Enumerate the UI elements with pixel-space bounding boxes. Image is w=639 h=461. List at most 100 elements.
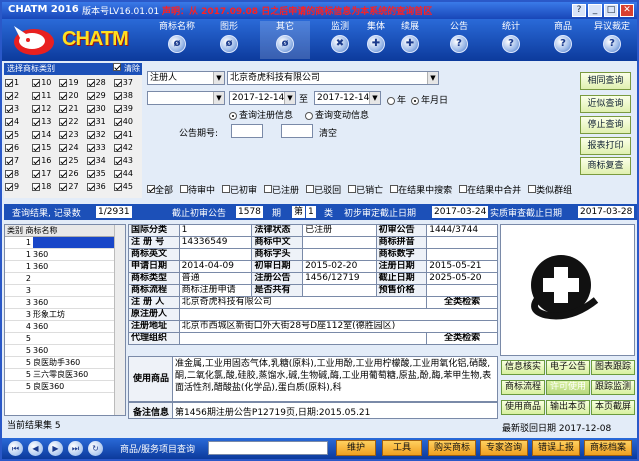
class-checkbox[interactable]: 24 — [59, 142, 86, 154]
class-checkbox[interactable]: 20 — [59, 90, 86, 102]
class-checkbox[interactable]: 12 — [32, 103, 59, 115]
filter-rejected[interactable]: 已驳回 — [306, 183, 341, 196]
class-checkbox[interactable]: 22 — [59, 116, 86, 128]
maintain-button[interactable]: 维护 — [336, 440, 376, 456]
used-goods-button[interactable]: 使用商品 — [501, 400, 545, 415]
list-item[interactable]: 1 — [5, 237, 125, 249]
class-checkbox[interactable]: 39 — [113, 103, 141, 115]
date-from[interactable]: 2017-12-14 ▼ — [229, 91, 296, 105]
tool-monitor[interactable]: 监测 ✖ — [322, 21, 358, 59]
minimize-icon[interactable]: _ — [588, 4, 602, 17]
prev-icon[interactable]: ◀ — [28, 441, 43, 456]
class-checkbox[interactable]: 26 — [59, 168, 86, 180]
class-checkbox[interactable]: 1 — [5, 77, 32, 89]
class-checkbox[interactable]: 37 — [113, 77, 141, 89]
field-select[interactable]: 注册人 ▼ — [147, 71, 225, 85]
period-from[interactable] — [231, 124, 263, 138]
track-monitor-button[interactable]: 跟踪监测 — [591, 380, 635, 395]
class-checkbox[interactable]: 30 — [86, 103, 114, 115]
list-item[interactable]: 3 360 — [5, 297, 125, 309]
stop-search-button[interactable]: 停止查询 — [580, 116, 631, 134]
date-to[interactable]: 2017-12-14 ▼ — [314, 91, 381, 105]
first-icon[interactable]: ⏮ — [8, 441, 23, 456]
class-checkbox[interactable]: 13 — [32, 116, 59, 128]
list-item[interactable]: 5 良医助手360 — [5, 357, 125, 369]
class-checkbox[interactable]: 31 — [86, 116, 114, 128]
radio-reg-info[interactable]: 查询注册信息 — [229, 108, 293, 121]
class-checkbox[interactable]: 3 — [5, 103, 32, 115]
chart-track-button[interactable]: 图表跟踪 — [591, 360, 635, 375]
class-checkbox[interactable]: 43 — [113, 155, 141, 167]
tool-renewal[interactable]: 续展 ✚ — [392, 21, 428, 59]
class-checkbox[interactable]: 4 — [5, 116, 32, 128]
next-icon[interactable]: ▶ — [48, 441, 63, 456]
close-icon[interactable]: ✕ — [620, 4, 634, 17]
class-checkbox[interactable]: 33 — [86, 142, 114, 154]
filter-registered[interactable]: 已注册 — [264, 183, 299, 196]
class-checkbox[interactable]: 11 — [32, 90, 59, 102]
class-checkbox[interactable]: 42 — [113, 142, 141, 154]
list-item[interactable]: 5 三六零良医360 — [5, 369, 125, 381]
class-checkbox[interactable]: 29 — [86, 90, 114, 102]
export-page-button[interactable]: 输出本页 — [546, 400, 590, 415]
buy-trademark-button[interactable]: 购买商标 — [428, 440, 476, 456]
class-checkbox[interactable]: 2 — [5, 90, 32, 102]
result-scrollbar[interactable] — [114, 225, 125, 415]
radio-ymd[interactable]: 年月日 — [411, 93, 448, 106]
class-checkbox[interactable]: 44 — [113, 168, 141, 180]
class-checkbox[interactable]: 7 — [5, 155, 32, 167]
class-checkbox[interactable]: 38 — [113, 90, 141, 102]
trademark-review-button[interactable]: 商标复查 — [580, 157, 631, 175]
list-item[interactable]: 1 360 — [5, 261, 125, 273]
filter-prelim[interactable]: 已初审 — [222, 183, 257, 196]
e-announcement-button[interactable]: 电子公告 — [546, 360, 590, 375]
maximize-icon[interactable]: □ — [604, 4, 618, 17]
filter-search-in-results[interactable]: 在结果中搜索 — [390, 183, 452, 196]
class-checkbox[interactable]: 6 — [5, 142, 32, 154]
list-item[interactable]: 3 形象工坊 — [5, 309, 125, 321]
class-checkbox[interactable]: 16 — [32, 155, 59, 167]
clear-period[interactable]: 清空 — [319, 126, 337, 139]
tool-collective[interactable]: 集体 ✚ — [358, 21, 394, 59]
tool-statistics[interactable]: 统计? — [486, 21, 536, 59]
class-checkbox[interactable]: 32 — [86, 129, 114, 141]
class-checkbox[interactable]: 23 — [59, 129, 86, 141]
class-checkbox[interactable]: 35 — [86, 168, 114, 180]
search-input[interactable]: 北京奇虎科技有限公司 ▼ — [227, 71, 439, 85]
class-checkbox[interactable]: 28 — [86, 77, 114, 89]
tool-announcement[interactable]: 公告? — [434, 21, 484, 59]
clear-classes[interactable]: 清除 — [113, 63, 140, 75]
list-item[interactable]: 5 良医360 — [5, 381, 125, 393]
owner-full-search[interactable]: 全类检索 — [426, 296, 498, 309]
license-use-button[interactable]: 许可使用 — [546, 380, 590, 395]
filter-all[interactable]: 全部 — [147, 183, 173, 196]
class-checkbox[interactable]: 18 — [32, 181, 59, 193]
filter-pending[interactable]: 待审中 — [180, 183, 215, 196]
last-icon[interactable]: ⏭ — [68, 441, 83, 456]
trademark-file-button[interactable]: 商标档案 — [584, 440, 632, 456]
class-checkbox[interactable]: 19 — [59, 77, 86, 89]
trademark-flow-button[interactable]: 商标流程 — [501, 380, 545, 395]
list-item[interactable]: 3 — [5, 285, 125, 297]
filter-cancelled[interactable]: 已销亡 — [348, 183, 383, 196]
class-checkbox[interactable]: 10 — [32, 77, 59, 89]
expert-consult-button[interactable]: 专家咨询 — [480, 440, 528, 456]
list-item[interactable]: 2 — [5, 273, 125, 285]
class-checkbox[interactable]: 5 — [5, 129, 32, 141]
radio-change-info[interactable]: 查询变动信息 — [305, 108, 369, 121]
filter-similar-group[interactable]: 类似群组 — [528, 183, 572, 196]
report-print-button[interactable]: 报表打印 — [580, 137, 631, 155]
info-verify-button[interactable]: 信息核实 — [501, 360, 545, 375]
period-to[interactable] — [281, 124, 313, 138]
class-checkbox[interactable]: 25 — [59, 155, 86, 167]
list-item[interactable]: 5 360 — [5, 345, 125, 357]
same-search-button[interactable]: 相同查询 — [580, 72, 631, 90]
similar-search-button[interactable]: 近似查询 — [580, 95, 631, 113]
tool-trademark-name[interactable]: 商标名称 ø — [152, 21, 202, 59]
screenshot-button[interactable]: 本页截屏 — [591, 400, 635, 415]
tool-opposition[interactable]: 异议裁定? — [587, 21, 637, 59]
goods-search-input[interactable] — [208, 441, 328, 455]
refresh-icon[interactable]: ↻ — [88, 441, 103, 456]
tool-goods[interactable]: 商品? — [538, 21, 588, 59]
class-checkbox[interactable]: 17 — [32, 168, 59, 180]
